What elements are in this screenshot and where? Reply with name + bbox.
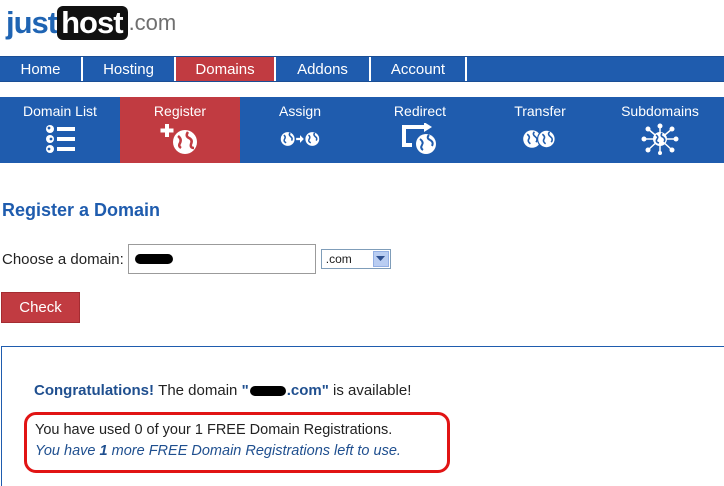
free-registrations-left: You have 1 more FREE Domain Registration… <box>35 443 401 459</box>
redacted-domain-value <box>134 254 173 264</box>
subnav-item-transfer[interactable]: Transfer <box>480 97 600 163</box>
domain-suffix: .com" <box>286 382 329 399</box>
top-nav-filler <box>467 57 724 81</box>
justhost-logo[interactable]: just host .com <box>6 6 176 40</box>
free-registrations-used: You have used 0 of your 1 FREE Domain Re… <box>35 422 393 438</box>
tab-domains[interactable]: Domains <box>176 57 276 81</box>
logo-just: just <box>6 5 58 40</box>
subnav-label-transfer: Transfer <box>514 103 566 119</box>
tld-select[interactable]: .com <box>320 249 391 269</box>
redacted-domain-name <box>249 385 286 396</box>
subnav-label-register: Register <box>153 103 207 119</box>
transfer-globes-icon <box>520 123 560 155</box>
subnav-label-domain-list: Domain List <box>23 103 97 119</box>
subnav-item-subdomains[interactable]: Subdomains <box>600 97 720 163</box>
redirect-icon <box>400 123 440 155</box>
tab-account-label: Account <box>390 60 446 78</box>
free-left-count: 1 <box>99 443 108 459</box>
assign-globes-icon <box>280 123 320 155</box>
subnav-label-assign: Assign <box>278 103 322 119</box>
tab-domains-label: Domains <box>195 60 255 78</box>
tab-hosting-label: Hosting <box>103 60 154 78</box>
sub-nav: Domain List Register Assign Redirect Tra… <box>0 97 724 163</box>
congrats-text: The domain <box>158 382 238 399</box>
top-nav: Home Hosting Domains Addons Account <box>0 56 724 82</box>
choose-domain-label: Choose a domain: <box>2 250 124 268</box>
tab-account[interactable]: Account <box>371 57 467 81</box>
logo-com: .com <box>128 10 177 35</box>
tab-addons-label: Addons <box>297 60 348 78</box>
available-domain-name: " .com" <box>242 382 329 399</box>
subnav-item-register[interactable]: Register <box>120 97 240 163</box>
tab-home-label: Home <box>20 60 61 78</box>
subdomains-network-icon <box>640 123 680 155</box>
available-text: is available! <box>332 382 412 399</box>
subnav-item-redirect[interactable]: Redirect <box>360 97 480 163</box>
tld-select-value: .com <box>325 252 352 266</box>
free-left-post: more FREE Domain Registrations left to u… <box>111 443 401 459</box>
tab-home[interactable]: Home <box>0 57 83 81</box>
domain-name-input[interactable] <box>127 244 316 274</box>
subnav-label-redirect: Redirect <box>393 103 447 119</box>
availability-message: Congratulations! The domain " .com" is a… <box>34 382 411 399</box>
check-button[interactable]: Check <box>1 292 80 323</box>
chevron-down-icon[interactable] <box>372 251 389 267</box>
register-globe-icon <box>160 123 200 155</box>
tab-hosting[interactable]: Hosting <box>83 57 176 81</box>
subnav-item-domain-list[interactable]: Domain List <box>0 97 120 163</box>
congrats-heading: Congratulations! <box>34 382 154 399</box>
subnav-label-subdomains: Subdomains <box>621 103 699 119</box>
tab-addons[interactable]: Addons <box>276 57 371 81</box>
page-title: Register a Domain <box>2 200 161 220</box>
free-left-pre: You have <box>35 443 96 459</box>
choose-domain-row: Choose a domain: .com <box>2 244 391 274</box>
logo-host: host <box>57 6 128 40</box>
domain-quote-open: " <box>241 382 249 399</box>
subnav-item-assign[interactable]: Assign <box>240 97 360 163</box>
domain-list-icon <box>40 123 80 155</box>
